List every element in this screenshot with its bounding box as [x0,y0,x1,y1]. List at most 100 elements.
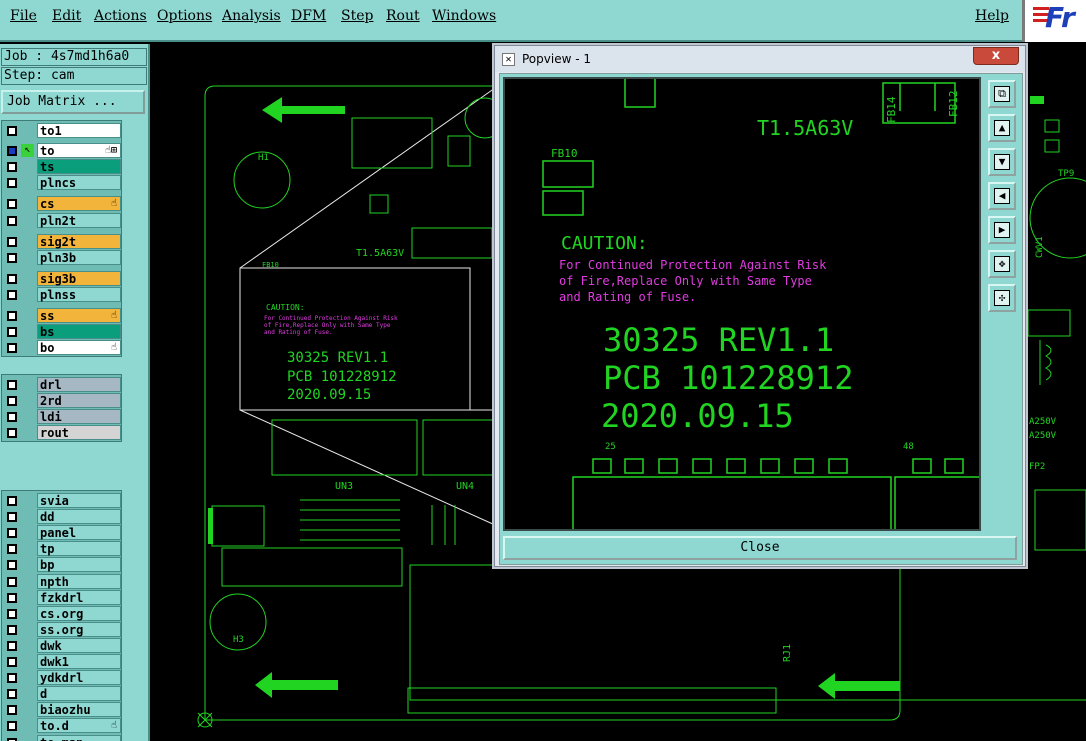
pan-up-button[interactable]: ▲ [988,114,1016,142]
layer-row[interactable]: ↖ to ☝⊞ [2,143,123,159]
layer-row[interactable]: cs ☝ [2,196,123,212]
layer-name[interactable]: to_map [37,734,121,741]
layer-name[interactable]: dwk [37,637,121,653]
menu-edit[interactable]: Edit [52,8,81,24]
layer-row[interactable]: pln2t [2,212,123,229]
layer-checkbox[interactable] [7,273,17,284]
layer-row[interactable]: bo ☝ [2,340,123,356]
zoom-fit-button[interactable]: ⧉ [988,80,1016,108]
layer-checkbox[interactable] [7,146,17,157]
layer-row[interactable]: ldi [2,409,123,425]
layer-row[interactable]: bp [2,557,123,573]
layer-checkbox[interactable] [7,199,17,210]
layer-row[interactable]: tp [2,541,123,557]
popview-close-button[interactable]: Close [503,536,1017,560]
layer-row[interactable]: panel [2,525,123,541]
layer-checkbox[interactable] [7,178,17,189]
layer-name[interactable]: ydkdrl [37,670,121,686]
layer-name[interactable]: to1 [37,123,121,138]
layer-checkbox[interactable] [7,624,17,635]
layer-row[interactable]: rout [2,425,123,441]
layer-name[interactable]: cs ☝ [37,196,121,212]
popview-close-x-button[interactable]: x [973,47,1019,65]
layer-name[interactable]: d [37,686,121,702]
layer-row[interactable]: to_map [2,734,123,741]
layer-row[interactable]: plncs [2,175,123,191]
layer-name[interactable]: ss.org [37,621,121,637]
layer-checkbox[interactable] [7,412,17,423]
layer-checkbox[interactable] [7,576,17,587]
layer-checkbox[interactable] [7,428,17,439]
layer-row[interactable]: dd [2,509,123,525]
layer-name[interactable]: pln3b [37,249,121,265]
layer-row[interactable]: d [2,686,123,702]
layer-checkbox[interactable] [7,640,17,651]
layer-row[interactable]: cs.org [2,605,123,622]
layer-name[interactable]: ss ☝ [37,308,121,323]
layer-checkbox[interactable] [7,236,17,247]
menu-rout[interactable]: Rout [386,8,420,24]
layer-name[interactable]: to.d ☝ [37,718,121,734]
layer-checkbox[interactable] [7,496,17,506]
layer-checkbox[interactable] [7,721,17,732]
layer-checkbox[interactable] [7,512,17,523]
layer-name[interactable]: sig2t [37,233,121,249]
layer-name[interactable]: drl [37,377,121,392]
layer-row[interactable]: to.d ☝ [2,718,123,734]
zoom-in-button[interactable]: ✣ [988,284,1016,312]
pan-left-button[interactable]: ◀ [988,182,1016,210]
menu-windows[interactable]: Windows [432,8,496,24]
layer-row[interactable]: biaozhu [2,702,123,718]
layer-checkbox[interactable] [7,327,17,338]
layer-row[interactable]: ss ☝ [2,308,123,324]
layer-checkbox[interactable] [7,396,17,407]
layer-checkbox[interactable] [7,528,17,539]
layer-checkbox[interactable] [7,343,17,354]
layer-name[interactable]: ldi [37,409,121,425]
menu-actions[interactable]: Actions [94,8,147,24]
layer-name[interactable]: bp [37,557,121,573]
menu-dfm[interactable]: DFM [291,8,326,24]
job-matrix-button[interactable]: Job Matrix ... [1,90,145,114]
layer-name[interactable]: pln2t [37,212,121,228]
layer-checkbox[interactable] [7,289,17,300]
menu-analysis[interactable]: Analysis [222,8,281,24]
layer-checkbox[interactable] [7,689,17,700]
layer-name[interactable]: plnss [37,286,121,302]
layer-row[interactable]: plnss [2,286,123,303]
layer-row[interactable]: bs [2,324,123,340]
layer-checkbox[interactable] [7,705,17,716]
layer-checkbox[interactable] [7,311,17,321]
layer-row[interactable]: svia [2,493,123,509]
layer-checkbox[interactable] [7,657,17,667]
layer-row[interactable]: npth [2,573,123,590]
layer-checkbox[interactable] [7,544,17,555]
layer-checkbox[interactable] [7,215,17,226]
layer-checkbox[interactable] [7,592,17,603]
layer-name[interactable]: svia [37,493,121,508]
menu-help[interactable]: Help [975,8,1009,24]
layer-name[interactable]: panel [37,525,121,541]
layer-checkbox[interactable] [7,126,17,136]
menu-options[interactable]: Options [157,8,212,24]
layer-name[interactable]: fzkdrl [37,589,121,605]
layer-row[interactable]: 2rd [2,393,123,409]
menu-step[interactable]: Step [341,8,373,24]
layer-name[interactable]: dwk1 [37,654,121,669]
layer-row[interactable]: fzkdrl [2,589,123,606]
layer-name[interactable]: to ☝⊞ [37,143,121,159]
layer-name[interactable]: dd [37,509,121,525]
menu-file[interactable]: File [10,8,37,24]
layer-name[interactable]: rout [37,425,121,441]
pan-down-button[interactable]: ▼ [988,148,1016,176]
layer-name[interactable]: cs.org [37,605,121,621]
layer-row[interactable]: ss.org [2,621,123,638]
layer-checkbox[interactable] [7,673,17,684]
layer-checkbox[interactable] [7,560,17,571]
layer-row[interactable]: sig2t [2,233,123,250]
layer-name[interactable]: biaozhu [37,702,121,718]
popview-titlebar[interactable]: ✕ Popview - 1 x [495,46,1025,72]
layer-name[interactable]: sig3b [37,270,121,286]
layer-name[interactable]: bo ☝ [37,340,121,356]
layer-row[interactable]: sig3b [2,270,123,287]
